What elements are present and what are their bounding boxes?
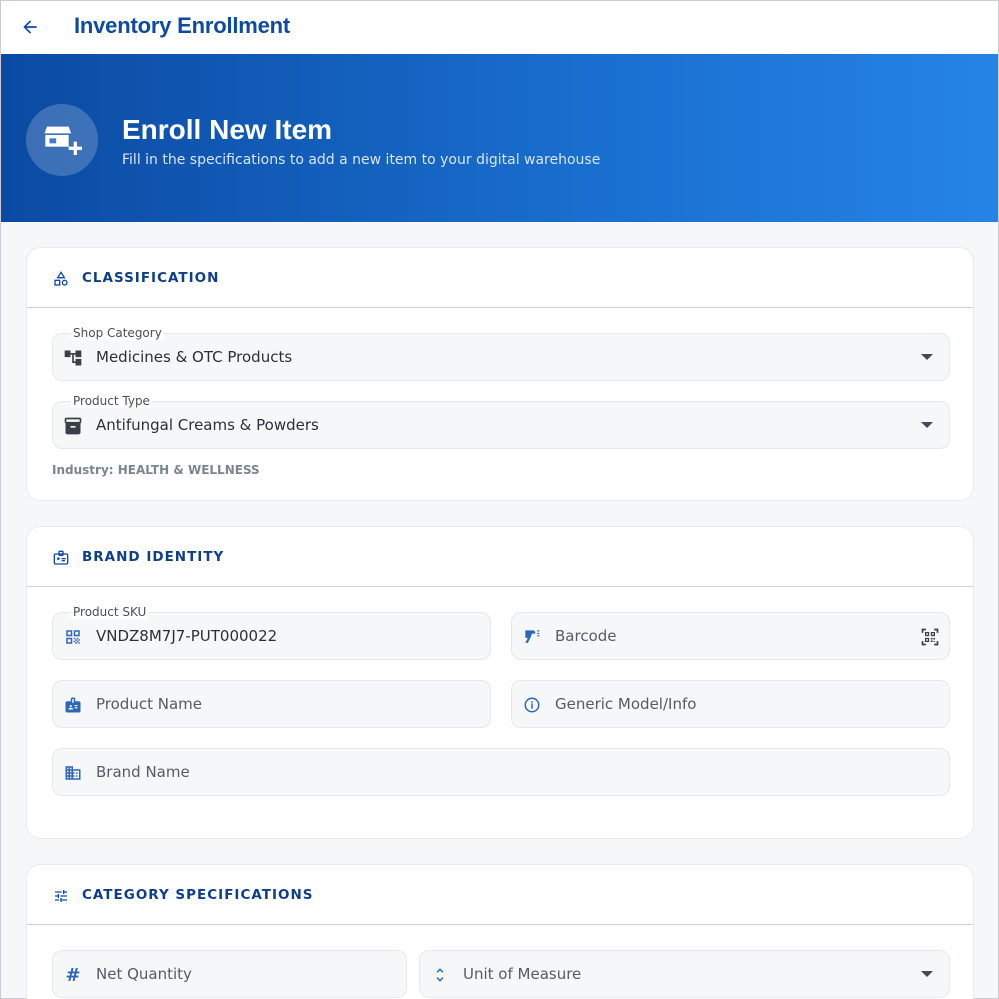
field-placeholder: Generic Model/Info <box>555 695 697 713</box>
field-label: Product Type <box>71 394 152 408</box>
category-shapes-icon <box>52 270 70 288</box>
generic-model-field[interactable]: Generic Model/Info <box>511 680 950 728</box>
card-header: CATEGORY SPECIFICATIONS <box>27 865 973 925</box>
page-title: Inventory Enrollment <box>74 13 291 38</box>
brand-name-field[interactable]: Brand Name <box>52 748 950 796</box>
card-title: CATEGORY SPECIFICATIONS <box>82 887 314 903</box>
card-header: BRAND IDENTITY <box>27 527 973 587</box>
chevron-down-icon[interactable] <box>921 422 933 428</box>
classification-card: CLASSIFICATION Shop Category Medicines &… <box>26 247 974 501</box>
shop-category-select[interactable]: Shop Category Medicines & OTC Products <box>52 326 950 381</box>
product-name-field[interactable]: Product Name <box>52 680 491 728</box>
brand-identity-card: BRAND IDENTITY Product SKU VNDZ8M7J7-PUT… <box>26 526 974 839</box>
unfold-more-icon <box>430 965 450 985</box>
business-icon <box>63 763 83 783</box>
badge-icon <box>52 549 70 567</box>
net-quantity-field[interactable]: # Net Quantity <box>52 950 407 998</box>
field-placeholder: Unit of Measure <box>463 965 582 983</box>
app-bar: Inventory Enrollment <box>1 1 998 54</box>
field-placeholder: Brand Name <box>96 763 190 781</box>
badge-icon <box>63 695 83 715</box>
product-type-select[interactable]: Product Type Antifungal Creams & Powders <box>52 394 950 449</box>
tune-icon <box>52 887 70 905</box>
card-header: CLASSIFICATION <box>27 248 973 308</box>
field-placeholder: Net Quantity <box>96 965 192 983</box>
hero-banner: Enroll New Item Fill in the specificatio… <box>1 54 998 222</box>
category-specifications-card: CATEGORY SPECIFICATIONS # Net Quantity U… <box>26 864 974 999</box>
arrow-back-icon[interactable] <box>17 14 43 40</box>
add-business-icon <box>26 104 98 176</box>
qr-code-icon <box>63 627 83 647</box>
unit-of-measure-select[interactable]: Unit of Measure <box>419 950 950 998</box>
qr-scan-icon[interactable] <box>919 626 941 648</box>
product-sku-field[interactable]: Product SKU VNDZ8M7J7-PUT000022 <box>52 605 491 660</box>
account-tree-icon <box>63 348 83 368</box>
field-placeholder: Product Name <box>96 695 202 713</box>
industry-note: Industry: HEALTH & WELLNESS <box>52 463 260 477</box>
field-value: VNDZ8M7J7-PUT000022 <box>96 627 278 645</box>
chevron-down-icon[interactable] <box>921 354 933 360</box>
tag-icon: # <box>65 964 81 986</box>
hero-title: Enroll New Item <box>122 114 333 145</box>
inventory-box-icon <box>63 416 83 436</box>
hero-subtitle: Fill in the specifications to add a new … <box>122 152 601 168</box>
card-title: BRAND IDENTITY <box>82 549 225 565</box>
barcode-scanner-icon <box>522 627 542 647</box>
field-label: Product SKU <box>71 605 149 619</box>
field-label: Shop Category <box>71 326 164 340</box>
info-icon <box>522 695 542 715</box>
barcode-field[interactable]: Barcode <box>511 612 950 660</box>
field-placeholder: Barcode <box>555 627 617 645</box>
field-value: Antifungal Creams & Powders <box>96 416 319 434</box>
chevron-down-icon[interactable] <box>921 971 933 977</box>
field-value: Medicines & OTC Products <box>96 348 293 366</box>
card-title: CLASSIFICATION <box>82 270 220 286</box>
